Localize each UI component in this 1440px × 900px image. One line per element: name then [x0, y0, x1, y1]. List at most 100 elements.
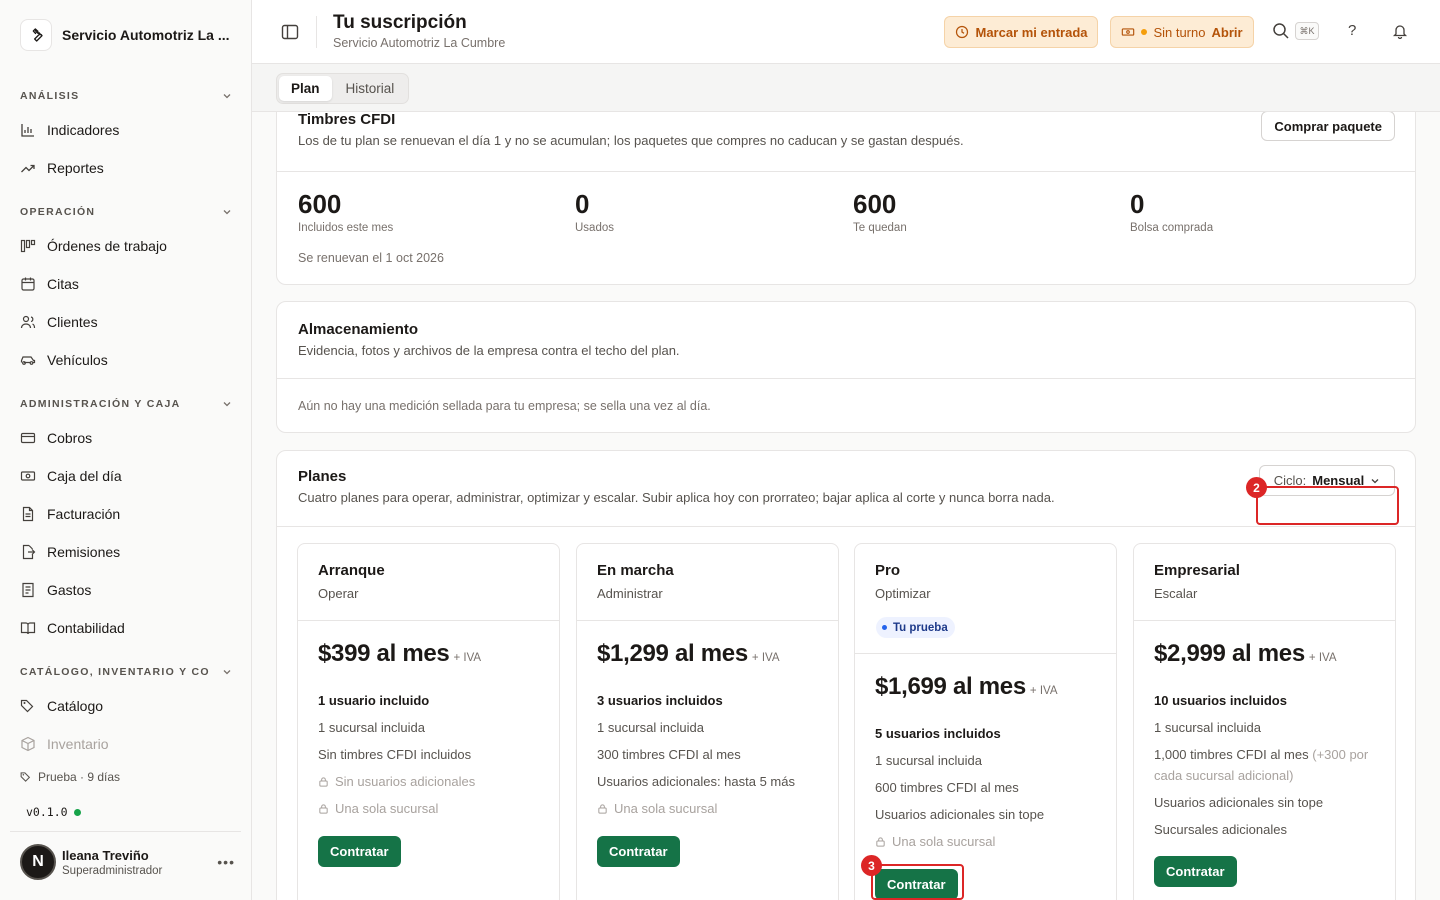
- metric-included: 600 Incluidos este mes: [298, 189, 393, 234]
- tab-bar: Plan Historial: [252, 64, 1440, 112]
- plan-name: Empresarial: [1154, 562, 1240, 579]
- sidebar-item-facturacion[interactable]: Facturación: [20, 499, 232, 529]
- plan-feature: Sin timbres CFDI incluidos: [318, 747, 472, 762]
- plan-feature: 1 sucursal incluida: [318, 720, 425, 735]
- plan-tagline: Administrar: [597, 586, 663, 601]
- price-tax: + IVA: [1029, 685, 1058, 697]
- sidebar-item-remisiones[interactable]: Remisiones: [20, 537, 232, 567]
- bar-chart-icon: [21, 124, 34, 137]
- section-administracion[interactable]: ADMINISTRACIÓN Y CAJA: [20, 398, 232, 410]
- metric-label: Incluidos este mes: [298, 222, 394, 234]
- cash-register-icon: [1122, 28, 1135, 36]
- plan-price: $399 al mes + IVA: [318, 640, 481, 668]
- section-analisis[interactable]: ANÁLISIS: [20, 90, 232, 102]
- header-divider: [316, 16, 317, 48]
- status-dot: [73, 808, 81, 816]
- search-icon[interactable]: [1272, 22, 1290, 40]
- shift-status-dot: [1141, 29, 1148, 35]
- buy-package-button[interactable]: Comprar paquete: [1261, 112, 1395, 141]
- plan-feature-locked: Una sola sucursal: [318, 798, 544, 819]
- search-shortcut: ⌘K: [1295, 22, 1319, 40]
- check-in-button[interactable]: Marcar mi entrada: [944, 16, 1098, 48]
- plan-price: $1,699 al mes + IVA: [875, 673, 1058, 701]
- metric-value: 0: [575, 189, 590, 219]
- company-switcher[interactable]: Servicio Automotriz La ...: [20, 18, 235, 52]
- more-options-icon[interactable]: •••: [217, 854, 235, 870]
- storage-card: Almacenamiento Evidencia, fotos y archiv…: [276, 301, 1416, 433]
- sidebar-item-caja[interactable]: Caja del día: [20, 461, 232, 491]
- storage-header: Almacenamiento Evidencia, fotos y archiv…: [298, 321, 680, 358]
- chevron-down-icon: [1371, 478, 1379, 483]
- avatar: N: [20, 844, 56, 880]
- card-divider: [277, 526, 1415, 527]
- plan-name: Arranque: [318, 562, 385, 579]
- plan-feature-locked: Una sola sucursal: [875, 831, 1101, 852]
- section-catalogo[interactable]: CATÁLOGO, INVENTARIO Y CO...: [20, 666, 232, 678]
- metric-value: 600: [298, 189, 342, 219]
- plan-feature-text: Una sola sucursal: [892, 834, 996, 849]
- plan-feature-text: Sin usuarios adicionales: [335, 774, 476, 789]
- sidebar-item-vehiculos[interactable]: Vehículos: [20, 345, 232, 375]
- plan-card-arranque: Arranque Operar $399 al mes + IVA 1 usua…: [297, 543, 560, 900]
- price-amount: $2,999 al mes: [1154, 640, 1305, 667]
- sidebar-item-label: Vehículos: [47, 352, 108, 368]
- plan-feature: 1 sucursal incluida: [597, 720, 704, 735]
- storage-title: Almacenamiento: [298, 321, 419, 338]
- plan-divider: [855, 653, 1116, 654]
- contract-button-en-marcha[interactable]: Contratar: [597, 836, 680, 867]
- plan-feature: Usuarios adicionales: hasta 5 más: [597, 774, 795, 789]
- lock-icon: [876, 837, 885, 847]
- price-amount: $1,699 al mes: [875, 673, 1026, 700]
- plan-feature: Usuarios adicionales sin tope: [1154, 795, 1324, 810]
- metric-label: Te quedan: [853, 222, 907, 234]
- sidebar-toggle-icon[interactable]: [280, 22, 300, 42]
- sidebar-item-label: Inventario: [47, 736, 109, 752]
- stamps-title: Timbres CFDI: [298, 112, 396, 128]
- box-icon: [21, 736, 35, 752]
- storage-empty-text: Aún no hay una medición sellada para tu …: [298, 399, 711, 413]
- tab-historial[interactable]: Historial: [334, 76, 407, 101]
- sidebar-item-catalogo[interactable]: Catálogo: [20, 691, 232, 721]
- shift-button[interactable]: Sin turno Abrir: [1110, 16, 1254, 48]
- file-export-icon: [22, 544, 36, 560]
- sidebar-item-indicadores[interactable]: Indicadores: [20, 115, 232, 145]
- sidebar-item-label: Cobros: [47, 430, 93, 446]
- chevron-down-icon: [223, 210, 231, 215]
- chevron-down-icon: [223, 94, 231, 99]
- sidebar-item-inventario[interactable]: Inventario: [20, 729, 232, 759]
- sidebar-item-citas[interactable]: Citas: [20, 269, 232, 299]
- badge-dot: [882, 625, 887, 630]
- badge-label: Tu prueba: [893, 621, 948, 634]
- sidebar-item-contabilidad[interactable]: Contabilidad: [20, 613, 232, 643]
- sidebar-item-label: Contabilidad: [47, 620, 125, 636]
- user-role: Superadministrador: [62, 864, 163, 877]
- sidebar-item-reportes[interactable]: Reportes: [20, 153, 232, 183]
- price-amount: $399 al mes: [318, 640, 450, 667]
- sidebar-item-cobros[interactable]: Cobros: [20, 423, 232, 453]
- trial-indicator[interactable]: Prueba · 9 días: [20, 770, 120, 784]
- help-icon[interactable]: ?: [1348, 22, 1356, 39]
- sidebar-item-label: Remisiones: [47, 544, 121, 560]
- stamps-header: Timbres CFDI Los de tu plan se renuevan …: [298, 112, 964, 148]
- plan-feature: 600 timbres CFDI al mes: [875, 780, 1019, 795]
- file-text-icon: [22, 506, 34, 522]
- contract-button-empresarial[interactable]: Contratar: [1154, 856, 1237, 887]
- card-divider: [277, 171, 1415, 172]
- shift-open-label: Abrir: [1211, 24, 1243, 40]
- sidebar-item-gastos[interactable]: Gastos: [20, 575, 232, 605]
- receipt-icon: [22, 582, 34, 598]
- bell-icon[interactable]: [1392, 23, 1408, 39]
- plan-feature: 1 sucursal incluida: [875, 753, 982, 768]
- kanban-icon: [20, 239, 36, 253]
- sidebar-item-ordenes[interactable]: Órdenes de trabajo: [20, 231, 232, 261]
- plan-feature: 10 usuarios incluidos: [1154, 693, 1287, 708]
- plan-card-en-marcha: En marcha Administrar $1,299 al mes + IV…: [576, 543, 839, 900]
- tab-plan[interactable]: Plan: [279, 76, 332, 101]
- sidebar-item-clientes[interactable]: Clientes: [20, 307, 232, 337]
- plan-feature: 300 timbres CFDI al mes: [597, 747, 741, 762]
- contract-button-arranque[interactable]: Contratar: [318, 836, 401, 867]
- lock-icon: [319, 777, 328, 787]
- user-menu[interactable]: N Ileana Treviño Superadministrador •••: [20, 843, 235, 881]
- car-icon: [20, 356, 36, 365]
- section-operacion[interactable]: OPERACIÓN: [20, 206, 232, 218]
